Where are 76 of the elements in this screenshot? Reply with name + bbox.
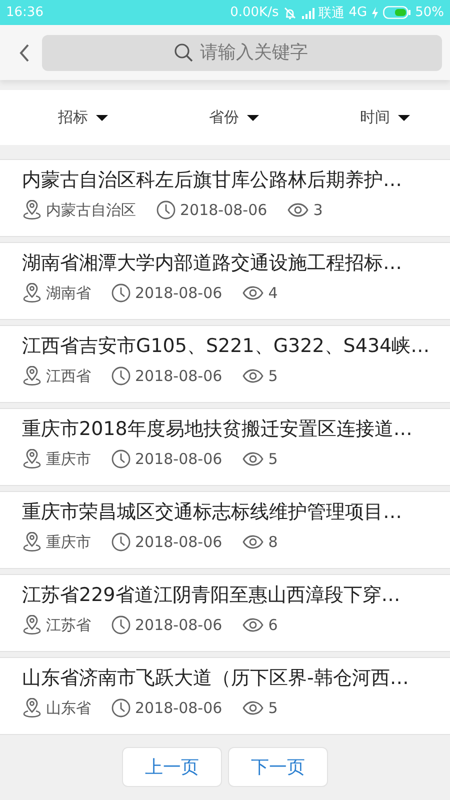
view-count: 3: [313, 201, 323, 219]
view-count: 4: [268, 284, 278, 302]
item-title: 山东省济南市飞跃大道（历下区界-韩仓河西…: [22, 666, 410, 691]
item-title: 江苏省229省道江阴青阳至惠山西漳段下穿…: [22, 583, 402, 608]
filter-dropdown[interactable]: 省份: [209, 108, 259, 127]
item-date: 2018-08-06: [135, 284, 222, 302]
list-item[interactable]: 山东省济南市飞跃大道（历下区界-韩仓河西… 山东省 2018-08-06 5: [0, 657, 450, 735]
clock-icon: [111, 283, 131, 303]
clock-icon: [111, 698, 131, 718]
clock-icon: [111, 366, 131, 386]
page-button[interactable]: 上一页: [122, 747, 222, 787]
battery-icon: [383, 6, 412, 19]
eye-icon: [242, 451, 264, 467]
battery-percent: 50%: [415, 5, 444, 20]
view-count: 5: [268, 367, 278, 385]
view-count: 6: [268, 616, 278, 634]
view-count: 5: [268, 450, 278, 468]
item-title: 湖南省湘潭大学内部道路交通设施工程招标…: [22, 251, 403, 276]
signal-icon: [300, 6, 315, 18]
caret-icon: [96, 114, 108, 122]
search-field[interactable]: 请输入关键字: [42, 34, 442, 70]
list-item[interactable]: 江西省吉安市G105、S221、G322、S434峡… 江西省 2018-08-06 5: [0, 325, 450, 403]
location-pin-icon: [22, 532, 42, 552]
item-date: 2018-08-06: [135, 533, 222, 551]
eye-icon: [242, 700, 264, 716]
item-region: 重庆市: [46, 450, 91, 468]
item-date: 2018-08-06: [135, 450, 222, 468]
item-title: 江西省吉安市G105、S221、G322、S434峡…: [22, 334, 431, 359]
clock-icon: [111, 449, 131, 469]
item-region: 湖南省: [46, 284, 91, 302]
caret-icon: [247, 114, 259, 122]
filter-dropdown[interactable]: 招标: [58, 108, 108, 127]
item-date: 2018-08-06: [180, 201, 268, 219]
search-icon: [174, 42, 194, 62]
item-region: 山东省: [46, 698, 91, 718]
item-region: 重庆市: [46, 532, 91, 552]
item-region: 内蒙古自治区: [46, 200, 136, 220]
location-pin-icon: [22, 449, 42, 469]
view-count: 8: [268, 533, 278, 551]
carrier-name: 联通: [318, 4, 345, 22]
location-pin-icon: [22, 615, 42, 635]
list-item[interactable]: 重庆市荣昌城区交通标志标线维护管理项目… 重庆市 2018-08-06 8: [0, 491, 450, 569]
list-item[interactable]: 江苏省229省道江阴青阳至惠山西漳段下穿… 江苏省 2018-08-06 6: [0, 574, 450, 652]
clock-icon: [111, 615, 131, 635]
item-date: 2018-08-06: [135, 699, 222, 717]
location-pin-icon: [22, 366, 42, 386]
filter-dropdown[interactable]: 时间: [360, 108, 410, 127]
network-type: 4G: [348, 5, 368, 20]
eye-icon: [242, 368, 264, 384]
item-region: 江苏省: [46, 616, 91, 634]
item-title: 内蒙古自治区科左后旗甘库公路林后期养护…: [22, 168, 403, 193]
clock-icon: [156, 200, 176, 220]
location-pin-icon: [22, 283, 42, 303]
page-button[interactable]: 下一页: [228, 747, 328, 787]
location-pin-icon: [22, 200, 42, 220]
eye-icon: [242, 617, 264, 633]
clock-icon: [111, 532, 131, 552]
network-speed: 0.00K/s: [230, 5, 279, 20]
muted-bell-icon: [282, 6, 297, 20]
eye-icon: [287, 202, 310, 218]
caret-icon: [398, 114, 410, 122]
item-date: 2018-08-06: [135, 367, 222, 385]
view-count: 5: [268, 699, 278, 717]
status-time: 16:36: [6, 5, 44, 20]
item-title: 重庆市荣昌城区交通标志标线维护管理项目…: [22, 500, 403, 525]
item-date: 2018-08-06: [135, 616, 222, 634]
eye-icon: [242, 285, 264, 301]
list-item[interactable]: 重庆市2018年度易地扶贫搬迁安置区连接道… 重庆市 2018-08-06 5: [0, 408, 450, 486]
location-pin-icon: [22, 698, 42, 718]
back-icon: [18, 42, 30, 62]
item-title: 重庆市2018年度易地扶贫搬迁安置区连接道…: [22, 417, 414, 442]
charging-icon: [371, 6, 380, 18]
list-item[interactable]: 内蒙古自治区科左后旗甘库公路林后期养护… 内蒙古自治区 2018-08-06 3: [0, 159, 450, 237]
list-item[interactable]: 湖南省湘潭大学内部道路交通设施工程招标… 湖南省 2018-08-06 4: [0, 242, 450, 320]
eye-icon: [242, 534, 264, 550]
item-region: 江西省: [46, 366, 91, 386]
